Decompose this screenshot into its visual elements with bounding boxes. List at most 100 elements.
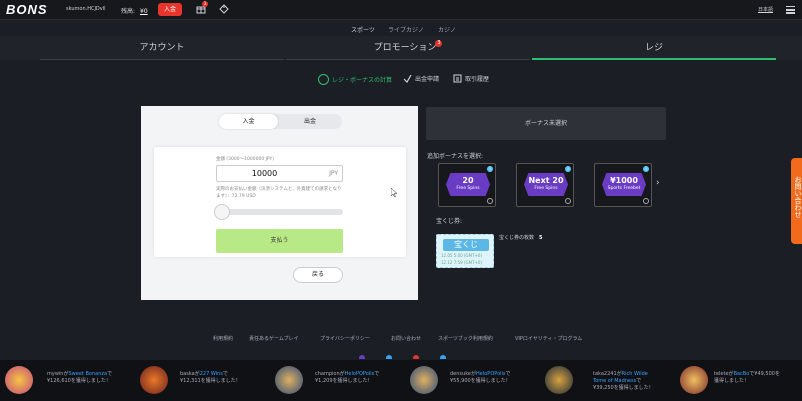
lottery-ticket: 宝くじ 12.05 5:00 (GMT+0) 12.12 7:59 (GMT+0… — [436, 234, 494, 268]
subnav-withdraw-label: 出金申請 — [415, 76, 440, 83]
subnav-withdraw-request[interactable]: 出金申請 — [403, 74, 439, 83]
winner-text: teleteがBacBoで¥49,500を獲得しました！ — [714, 371, 780, 384]
pay-button[interactable]: 支払う — [216, 229, 343, 253]
game-thumbnail[interactable] — [545, 366, 573, 394]
tab-promotions[interactable]: プロモーション3 — [286, 36, 530, 60]
cashier-subnav: レジ・ボーナスの計算 出金申請 取引履歴 — [0, 73, 802, 87]
tab-cashier-label: レジ — [644, 43, 663, 53]
contact-side-label: お問い合わせ — [794, 176, 802, 218]
tab-cashier[interactable]: レジ — [532, 36, 776, 60]
subnav-cashier-bonus[interactable]: レジ・ボーナスの計算 — [318, 74, 392, 85]
footer-link-responsible[interactable]: 責任あるゲームプレイ — [249, 335, 299, 342]
winner-game[interactable]: 227 Wins — [200, 371, 223, 377]
bonus-card[interactable]: ¥1000 Sports Freebet i — [594, 163, 652, 207]
info-icon[interactable]: i — [487, 166, 493, 172]
amount-input[interactable]: 10000 JPY — [216, 165, 343, 182]
winner-text: taka2241がRich Wilde Tome of Madnessで¥39,… — [593, 371, 654, 391]
winner-user: champion — [315, 371, 340, 377]
tag-icon[interactable] — [219, 4, 229, 14]
ticket-label: 宝くじ — [443, 239, 489, 251]
info-icon[interactable]: i — [565, 166, 571, 172]
social-icon[interactable] — [413, 355, 419, 359]
withdraw-icon — [403, 74, 412, 83]
balance: 残高: ¥0 — [121, 6, 148, 15]
ticket-date-end: 12.12 7:59 (GMT+0) — [441, 260, 482, 265]
game-thumbnail[interactable] — [5, 366, 33, 394]
footer-link-sportsbook-terms[interactable]: スポーツブック利用規約 — [438, 335, 493, 342]
logo[interactable]: BONS — [6, 2, 48, 17]
bonus-radio[interactable] — [565, 198, 571, 204]
amount-slider[interactable] — [214, 204, 343, 220]
balance-label: 残高: — [121, 8, 136, 15]
subnav-transaction-history[interactable]: 取引履歴 — [453, 74, 489, 83]
balance-value[interactable]: ¥0 — [140, 8, 148, 15]
tab-account[interactable]: アカウント — [40, 36, 284, 60]
lottery-count-label: 宝くじ券の枚数 — [499, 235, 535, 241]
winner-user: baska — [180, 371, 195, 377]
contact-side-tab[interactable]: お問い合わせ — [791, 158, 802, 244]
subnav-cashier-bonus-label: レジ・ボーナスの計算 — [332, 77, 393, 84]
winner-user: densuke — [450, 371, 471, 377]
ticket-date-start: 12.05 5:00 (GMT+0) — [441, 253, 482, 258]
segment-withdraw[interactable]: 出金 — [281, 114, 339, 129]
username[interactable]: skumon.HCJDvll — [66, 6, 106, 12]
footer-link-contact[interactable]: お問い合わせ — [391, 335, 421, 342]
winner-game[interactable]: BacBo — [734, 371, 750, 377]
game-thumbnail[interactable] — [140, 366, 168, 394]
info-icon[interactable]: i — [643, 166, 649, 172]
social-icon[interactable] — [440, 355, 446, 359]
gift-badge: 3 — [202, 1, 208, 7]
tab-promotions-label: プロモーション — [373, 43, 437, 53]
bonus-main: ¥1000 — [610, 176, 638, 185]
bonus-sub: Free Spins — [534, 186, 558, 191]
bonus-ribbon: 20 Free Spins — [446, 173, 490, 196]
bonus-sub: Free Spins — [456, 186, 480, 191]
chevron-right-icon[interactable]: › — [656, 179, 662, 188]
top-bar: BONS skumon.HCJDvll 残高: ¥0 入金 3 日本語 — [0, 0, 802, 20]
deposit-withdraw-toggle: 入金 出金 — [219, 114, 342, 129]
winner-game[interactable]: HeloPOPolis — [476, 371, 506, 377]
game-thumbnail[interactable] — [275, 366, 303, 394]
back-button[interactable]: 戻る — [293, 267, 343, 283]
winner-game[interactable]: HeloPOPolis — [345, 371, 375, 377]
lottery-count: 宝くじ券の枚数 5 — [499, 234, 543, 241]
winner-game[interactable]: Sweet Bonanza — [69, 371, 108, 377]
segment-deposit[interactable]: 入金 — [219, 114, 278, 129]
account-tabs: アカウント プロモーション3 レジ — [0, 36, 802, 60]
bonus-radio[interactable] — [643, 198, 649, 204]
add-bonus-title: 追加ボーナスを選択: — [427, 153, 484, 160]
footer-link-vip[interactable]: VIPロイヤリティ・プログラム — [515, 335, 582, 342]
conversion-note: 実際のお支払い金額（決済システムと、外貨建ての請求となります）：72.79 US… — [216, 187, 342, 199]
amount-value[interactable]: 10000 — [217, 166, 312, 182]
cashier-panel: 入金 出金 金額 (3000～1000000 JPY) 10000 JPY 実際… — [141, 106, 418, 300]
bonus-main: Next 20 — [528, 176, 564, 185]
category-nav: スポーツ ライブカジノ カジノ — [0, 20, 802, 38]
bonus-ribbon: ¥1000 Sports Freebet — [602, 173, 646, 196]
bonus-card[interactable]: 20 Free Spins i — [438, 163, 496, 207]
menu-icon[interactable] — [786, 6, 795, 14]
deposit-button[interactable]: 入金 — [158, 3, 182, 16]
bonus-card[interactable]: Next 20 Free Spins i — [516, 163, 574, 207]
winner-text: baskaが227 Winsで¥12,311を獲得しました！ — [180, 371, 241, 384]
game-thumbnail[interactable] — [680, 366, 708, 394]
footer-link-privacy[interactable]: プライバシーポリシー — [320, 335, 370, 342]
bonus-radio[interactable] — [487, 198, 493, 204]
social-icon[interactable] — [359, 355, 365, 359]
wallet-icon — [318, 74, 329, 85]
winner-user: telete — [714, 371, 729, 377]
deposit-form: 金額 (3000～1000000 JPY) 10000 JPY 実際のお支払い金… — [154, 147, 406, 257]
social-icon[interactable] — [386, 355, 392, 359]
lottery-count-value: 5 — [539, 235, 543, 241]
no-bonus-selected[interactable]: ボーナス未選択 — [426, 107, 666, 140]
bonus-sub: Sports Freebet — [607, 186, 641, 191]
winner-user: mywin — [47, 371, 64, 377]
game-thumbnail[interactable] — [410, 366, 438, 394]
subnav-history-label: 取引履歴 — [465, 76, 490, 83]
slider-handle[interactable] — [214, 204, 230, 220]
language-selector[interactable]: 日本語 — [758, 6, 773, 13]
lottery-title: 宝くじ券: — [436, 218, 463, 225]
footer-link-terms[interactable]: 利用規約 — [213, 335, 233, 342]
winner-text: densukeがHeloPOPolisで¥55,900を獲得しました！ — [450, 371, 511, 384]
winner-text: championがHeloPOPolisで¥1,209を獲得しました！ — [315, 371, 380, 384]
bonus-main: 20 — [462, 176, 474, 185]
